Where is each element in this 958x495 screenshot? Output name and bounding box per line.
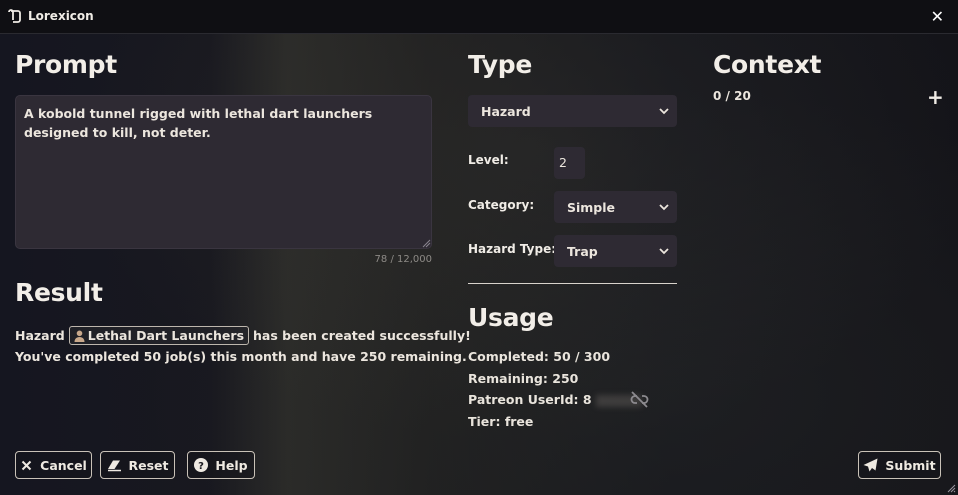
chevron-down-icon — [659, 247, 669, 254]
usage-completed: Completed: 50 / 300 — [468, 349, 610, 364]
plus-icon[interactable]: + — [927, 85, 944, 109]
patreon-value: 8 — [582, 392, 592, 407]
context-count: 0 / 20 — [713, 89, 751, 103]
level-label: Level: — [468, 153, 509, 167]
reset-button[interactable]: Reset — [100, 451, 175, 479]
chevron-down-icon — [659, 107, 669, 114]
tier-label: Tier: — [468, 414, 501, 429]
category-select-value: Simple — [567, 199, 616, 215]
hazard-type-select[interactable]: Trap — [554, 235, 677, 267]
result-prefix: Hazard — [15, 328, 65, 343]
cancel-button[interactable]: Cancel — [15, 451, 92, 479]
entity-name: Lethal Dart Launchers — [87, 328, 245, 343]
type-select[interactable]: Hazard — [468, 95, 677, 127]
category-select[interactable]: Simple — [554, 191, 677, 223]
eraser-icon — [107, 460, 121, 471]
type-select-value: Hazard — [481, 103, 531, 119]
result-message: Hazard Lethal Dart Launchers has been cr… — [15, 325, 471, 367]
help-label: Help — [215, 457, 248, 473]
patreon-label: Patreon UserId: — [468, 392, 579, 407]
type-heading: Type — [468, 50, 533, 79]
character-counter: 78 / 12,000 — [374, 254, 432, 265]
prompt-textarea[interactable]: A kobold tunnel rigged with lethal dart … — [15, 95, 432, 249]
submit-label: Submit — [885, 457, 936, 473]
paper-plane-icon — [863, 458, 878, 472]
entity-link[interactable]: Lethal Dart Launchers — [68, 326, 250, 345]
title-bar: Lorexicon ✕ — [0, 0, 958, 34]
question-icon: ? — [194, 458, 209, 472]
context-heading: Context — [713, 50, 822, 79]
scroll-icon — [8, 9, 21, 23]
result-jobs-line: You've completed 50 job(s) this month an… — [15, 349, 467, 364]
result-suffix: has been created successfully! — [253, 328, 471, 343]
section-divider — [468, 283, 677, 284]
help-button[interactable]: ? Help — [187, 451, 255, 479]
usage-remaining: Remaining: 250 — [468, 371, 578, 386]
hazard-type-label: Hazard Type: — [468, 242, 557, 256]
remaining-value: 250 — [552, 371, 579, 386]
category-label: Category: — [468, 198, 535, 212]
tier-value: free — [504, 414, 534, 429]
close-icon[interactable]: ✕ — [931, 7, 944, 26]
completed-label: Completed: — [468, 349, 549, 364]
usage-heading: Usage — [468, 303, 554, 332]
app-title: Lorexicon — [28, 9, 94, 23]
usage-tier: Tier: free — [468, 414, 533, 429]
unlink-icon[interactable] — [630, 391, 649, 408]
window-resize-grip-icon[interactable] — [946, 483, 956, 493]
svg-text:?: ? — [199, 461, 205, 472]
resize-grip-icon[interactable] — [422, 239, 431, 248]
x-icon — [21, 460, 32, 470]
completed-value: 50 / 300 — [553, 349, 611, 364]
prompt-heading: Prompt — [15, 50, 117, 79]
remaining-label: Remaining: — [468, 371, 548, 386]
usage-patreon: Patreon UserId: 8 — [468, 392, 642, 407]
cancel-label: Cancel — [40, 457, 87, 473]
submit-button[interactable]: Submit — [858, 451, 941, 479]
reset-label: Reset — [128, 457, 169, 473]
level-input[interactable]: 2 — [554, 147, 585, 179]
person-icon — [74, 330, 85, 342]
result-heading: Result — [15, 278, 103, 307]
hazard-type-select-value: Trap — [567, 243, 598, 259]
chevron-down-icon — [659, 203, 669, 210]
